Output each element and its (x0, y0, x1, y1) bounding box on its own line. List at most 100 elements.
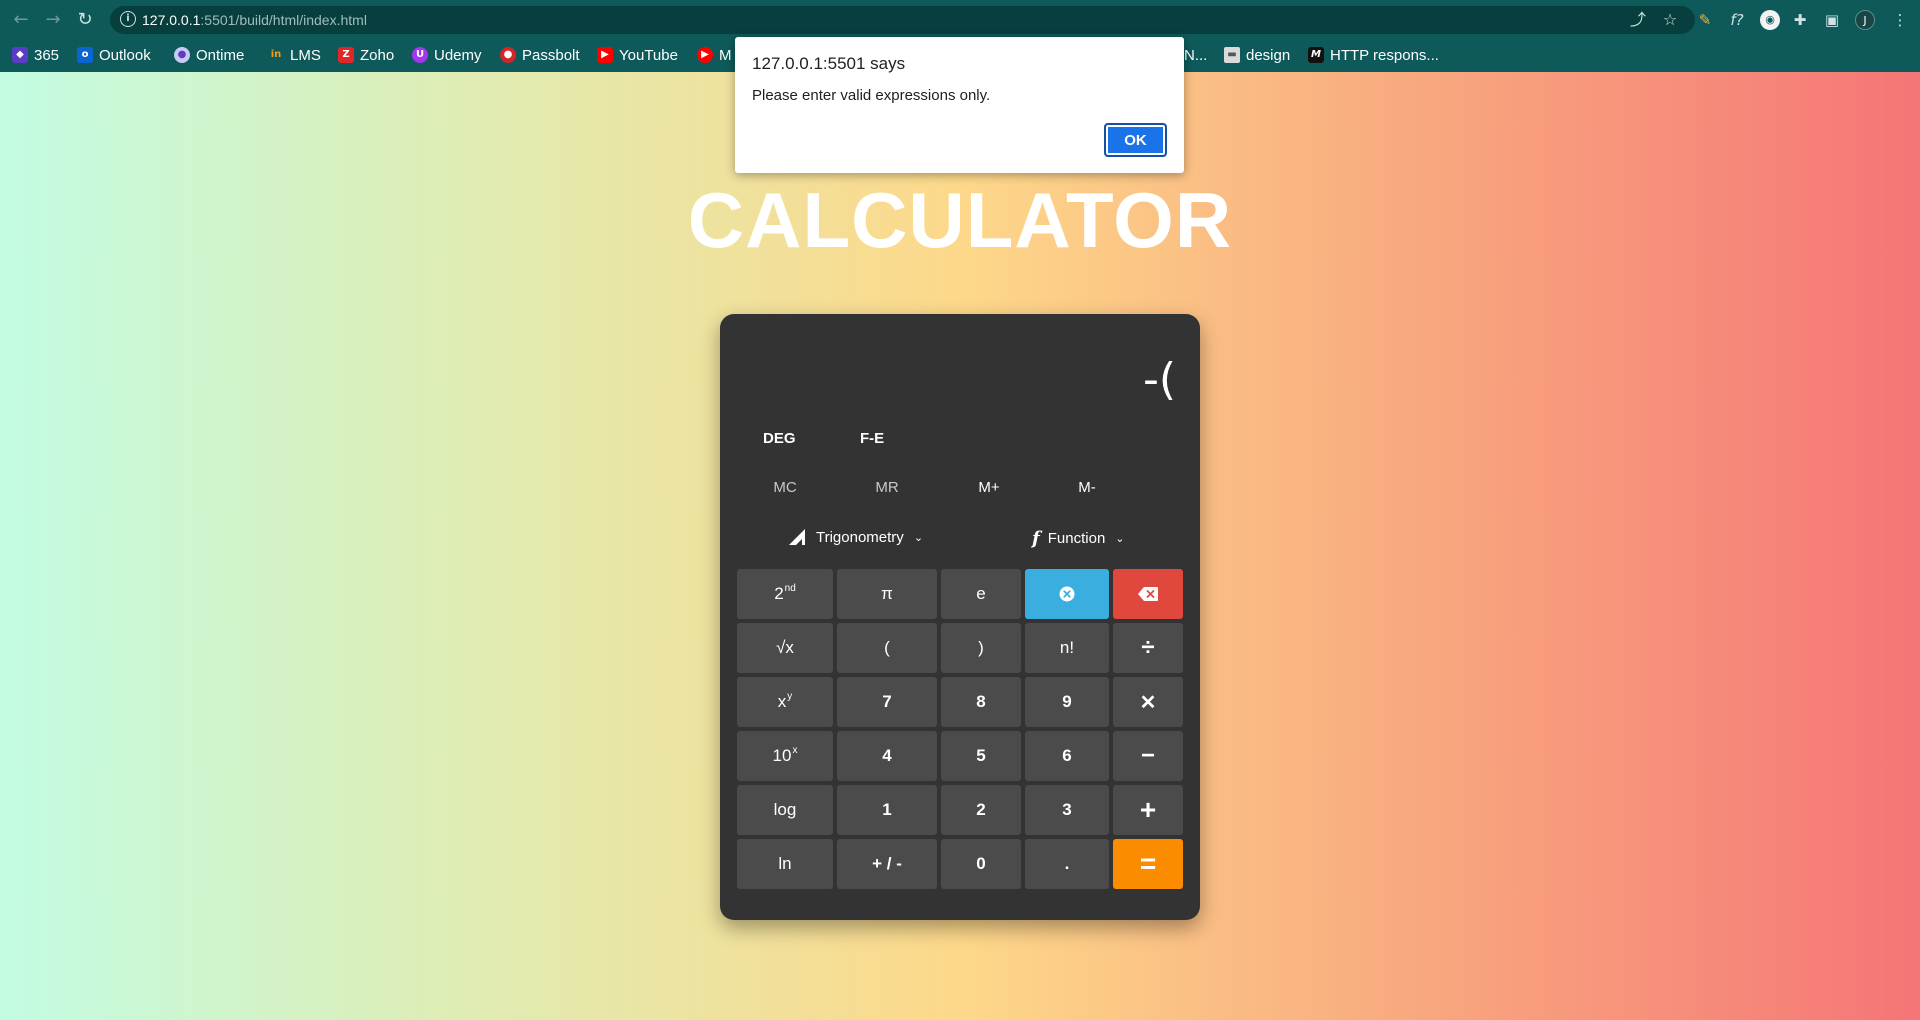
memory-add-button[interactable]: M+ (944, 479, 1034, 496)
bookmark-youtube[interactable]: ▶ YouTube (597, 44, 678, 66)
dialog-message: Please enter valid expressions only. (752, 87, 991, 104)
outlook-icon: o (77, 47, 93, 63)
function-label: Function (1047, 530, 1106, 547)
factorial-key[interactable]: n! (1025, 623, 1109, 673)
digit-2-key[interactable]: 2 (941, 785, 1021, 835)
plus-key[interactable]: + (1113, 785, 1183, 835)
bookmark-label: N... (1184, 46, 1208, 64)
lms-icon: in (270, 49, 282, 60)
left-paren-key[interactable]: ( (837, 623, 937, 673)
memory-recall-button[interactable]: MR (842, 479, 932, 496)
calculator: -( DEG F-E MC MR M+ M- Trigonometry ⌄ f … (720, 314, 1200, 920)
udemy-icon: U (412, 47, 428, 63)
bookmark-label: YouTube (619, 46, 678, 64)
ten-power-key[interactable]: 10 x (737, 731, 833, 781)
digit-7-key[interactable]: 7 (837, 677, 937, 727)
address-bar[interactable]: i 127.0.0.1:5501/build/html/index.html ⤴… (110, 6, 1695, 34)
pen-extension-icon[interactable]: ✎ (1693, 8, 1717, 32)
trigonometry-dropdown[interactable]: Trigonometry ⌄ (788, 528, 923, 546)
bookmark-outlook[interactable]: o Outlook (77, 44, 151, 66)
dialog-title: 127.0.0.1:5501 says (752, 54, 906, 73)
bookmark-365[interactable]: ◆ 365 (12, 44, 59, 66)
right-paren-key[interactable]: ) (941, 623, 1021, 673)
memory-subtract-button[interactable]: M- (1042, 479, 1132, 496)
bookmark-udemy[interactable]: U Udemy (412, 44, 482, 66)
bookmark-zoho[interactable]: Z Zoho (338, 44, 394, 66)
youtube-music-icon: ▶ (697, 47, 713, 63)
extension-circle-icon[interactable]: ◉ (1760, 10, 1780, 30)
bookmark-ontime[interactable]: ● Ontime (174, 44, 244, 66)
url-text[interactable]: 127.0.0.1:5501/build/html/index.html (142, 12, 367, 28)
profile-avatar[interactable]: J (1855, 10, 1875, 30)
zoho-icon: Z (338, 47, 354, 63)
bookmark-label: Udemy (434, 46, 482, 64)
deg-toggle[interactable]: DEG (763, 430, 796, 447)
reload-icon[interactable]: ↻ (73, 8, 97, 32)
function-dropdown[interactable]: f Function ⌄ (1032, 528, 1125, 549)
trigonometry-label: Trigonometry (816, 528, 904, 546)
ln-key[interactable]: ln (737, 839, 833, 889)
minus-key[interactable]: − (1113, 731, 1183, 781)
digit-9-key[interactable]: 9 (1025, 677, 1109, 727)
passbolt-icon: ● (500, 47, 516, 63)
extensions-puzzle-icon[interactable]: ✚ (1788, 8, 1812, 32)
pi-key[interactable]: π (837, 569, 937, 619)
equals-key[interactable]: = (1113, 839, 1183, 889)
bookmark-label: Passbolt (522, 46, 580, 64)
ok-button[interactable]: OK (1104, 123, 1167, 157)
euler-e-key[interactable]: e (941, 569, 1021, 619)
youtube-icon: ▶ (597, 47, 613, 63)
memory-clear-button[interactable]: MC (740, 479, 830, 496)
bookmark-label: Ontime (196, 46, 245, 64)
bookmark-passbolt[interactable]: ● Passbolt (500, 44, 580, 66)
digit-3-key[interactable]: 3 (1025, 785, 1109, 835)
triangle-ruler-icon (789, 529, 805, 545)
bookmark-label: design (1246, 46, 1291, 64)
clear-button[interactable] (1025, 569, 1109, 619)
page-title: CALCULATOR (687, 176, 1233, 264)
negate-key[interactable]: + / - (837, 839, 937, 889)
digit-8-key[interactable]: 8 (941, 677, 1021, 727)
menu-kebab-icon[interactable]: ⋮ (1888, 8, 1912, 32)
side-panel-icon[interactable]: ▣ (1820, 8, 1844, 32)
second-function-key[interactable]: 2nd (737, 569, 833, 619)
calculator-display: -( (1142, 354, 1176, 405)
bookmark-youtube-music[interactable]: ▶ M (697, 44, 732, 66)
share-icon[interactable]: ⤴ (1627, 9, 1649, 31)
bookmark-label: Outlook (99, 46, 151, 64)
bookmark-label: HTTP respons... (1330, 46, 1439, 64)
digit-4-key[interactable]: 4 (837, 731, 937, 781)
clear-x-circle-icon (1059, 586, 1075, 602)
bookmark-lms[interactable]: in LMS (268, 44, 321, 66)
folder-icon: ▬ (1224, 47, 1240, 63)
backspace-icon (1138, 587, 1158, 601)
office365-icon: ◆ (12, 47, 28, 63)
bookmark-star-icon[interactable]: ☆ (1659, 9, 1681, 31)
bookmark-truncated[interactable]: N... (1184, 44, 1207, 66)
back-icon[interactable]: ← (9, 8, 33, 32)
digit-1-key[interactable]: 1 (837, 785, 937, 835)
alert-dialog: 127.0.0.1:5501 says Please enter valid e… (735, 37, 1184, 173)
multiply-key[interactable]: ✕ (1113, 677, 1183, 727)
decimal-key[interactable]: . (1025, 839, 1109, 889)
digit-0-key[interactable]: 0 (941, 839, 1021, 889)
bookmark-label: 365 (34, 46, 60, 64)
digit-6-key[interactable]: 6 (1025, 731, 1109, 781)
fe-toggle[interactable]: F-E (860, 430, 884, 447)
page-background: CALCULATOR -( DEG F-E MC MR M+ M- Trigon… (0, 72, 1920, 1020)
site-info-icon[interactable]: i (120, 11, 136, 27)
sqrt-key[interactable]: √x (737, 623, 833, 673)
bookmark-http-response[interactable]: M HTTP respons... (1308, 44, 1439, 66)
divide-key[interactable]: ÷ (1113, 623, 1183, 673)
log-key[interactable]: log (737, 785, 833, 835)
digit-5-key[interactable]: 5 (941, 731, 1021, 781)
backspace-button[interactable] (1113, 569, 1183, 619)
bookmark-folder-design[interactable]: ▬ design (1224, 44, 1290, 66)
formula-extension-icon[interactable]: f? (1725, 8, 1749, 32)
power-key[interactable]: xy (737, 677, 833, 727)
chevron-down-icon: ⌄ (1115, 532, 1125, 545)
bookmark-label: Zoho (360, 46, 395, 64)
chevron-down-icon: ⌄ (913, 530, 924, 544)
forward-icon[interactable]: → (41, 8, 65, 32)
function-f-icon: f (1032, 528, 1040, 549)
